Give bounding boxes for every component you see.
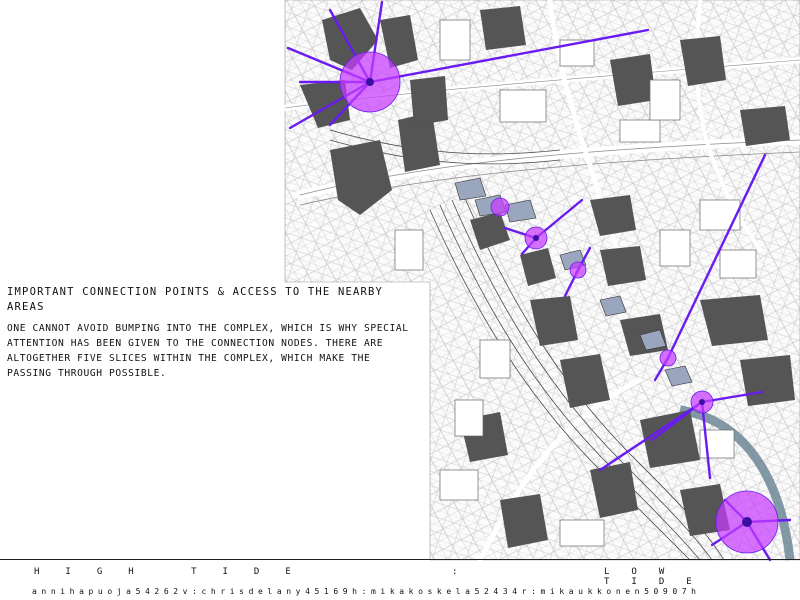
caption-body: One cannot avoid bumping into the comple… — [7, 323, 409, 379]
footer-separator: : — [452, 567, 484, 577]
caption-heading: Important connection points & access to … — [7, 286, 384, 313]
connection-node[interactable] — [490, 197, 510, 217]
footer-divider — [0, 559, 800, 560]
footer-high-tide: High tide — [34, 567, 317, 577]
footer-low-tide: Low tide — [604, 567, 714, 587]
connection-node[interactable] — [569, 261, 587, 279]
footer-credits: annihapuoja54262v:chrisdelany45169h:mika… — [32, 587, 701, 596]
caption: Important connection points & access to … — [7, 285, 417, 381]
connection-node[interactable] — [659, 349, 677, 367]
